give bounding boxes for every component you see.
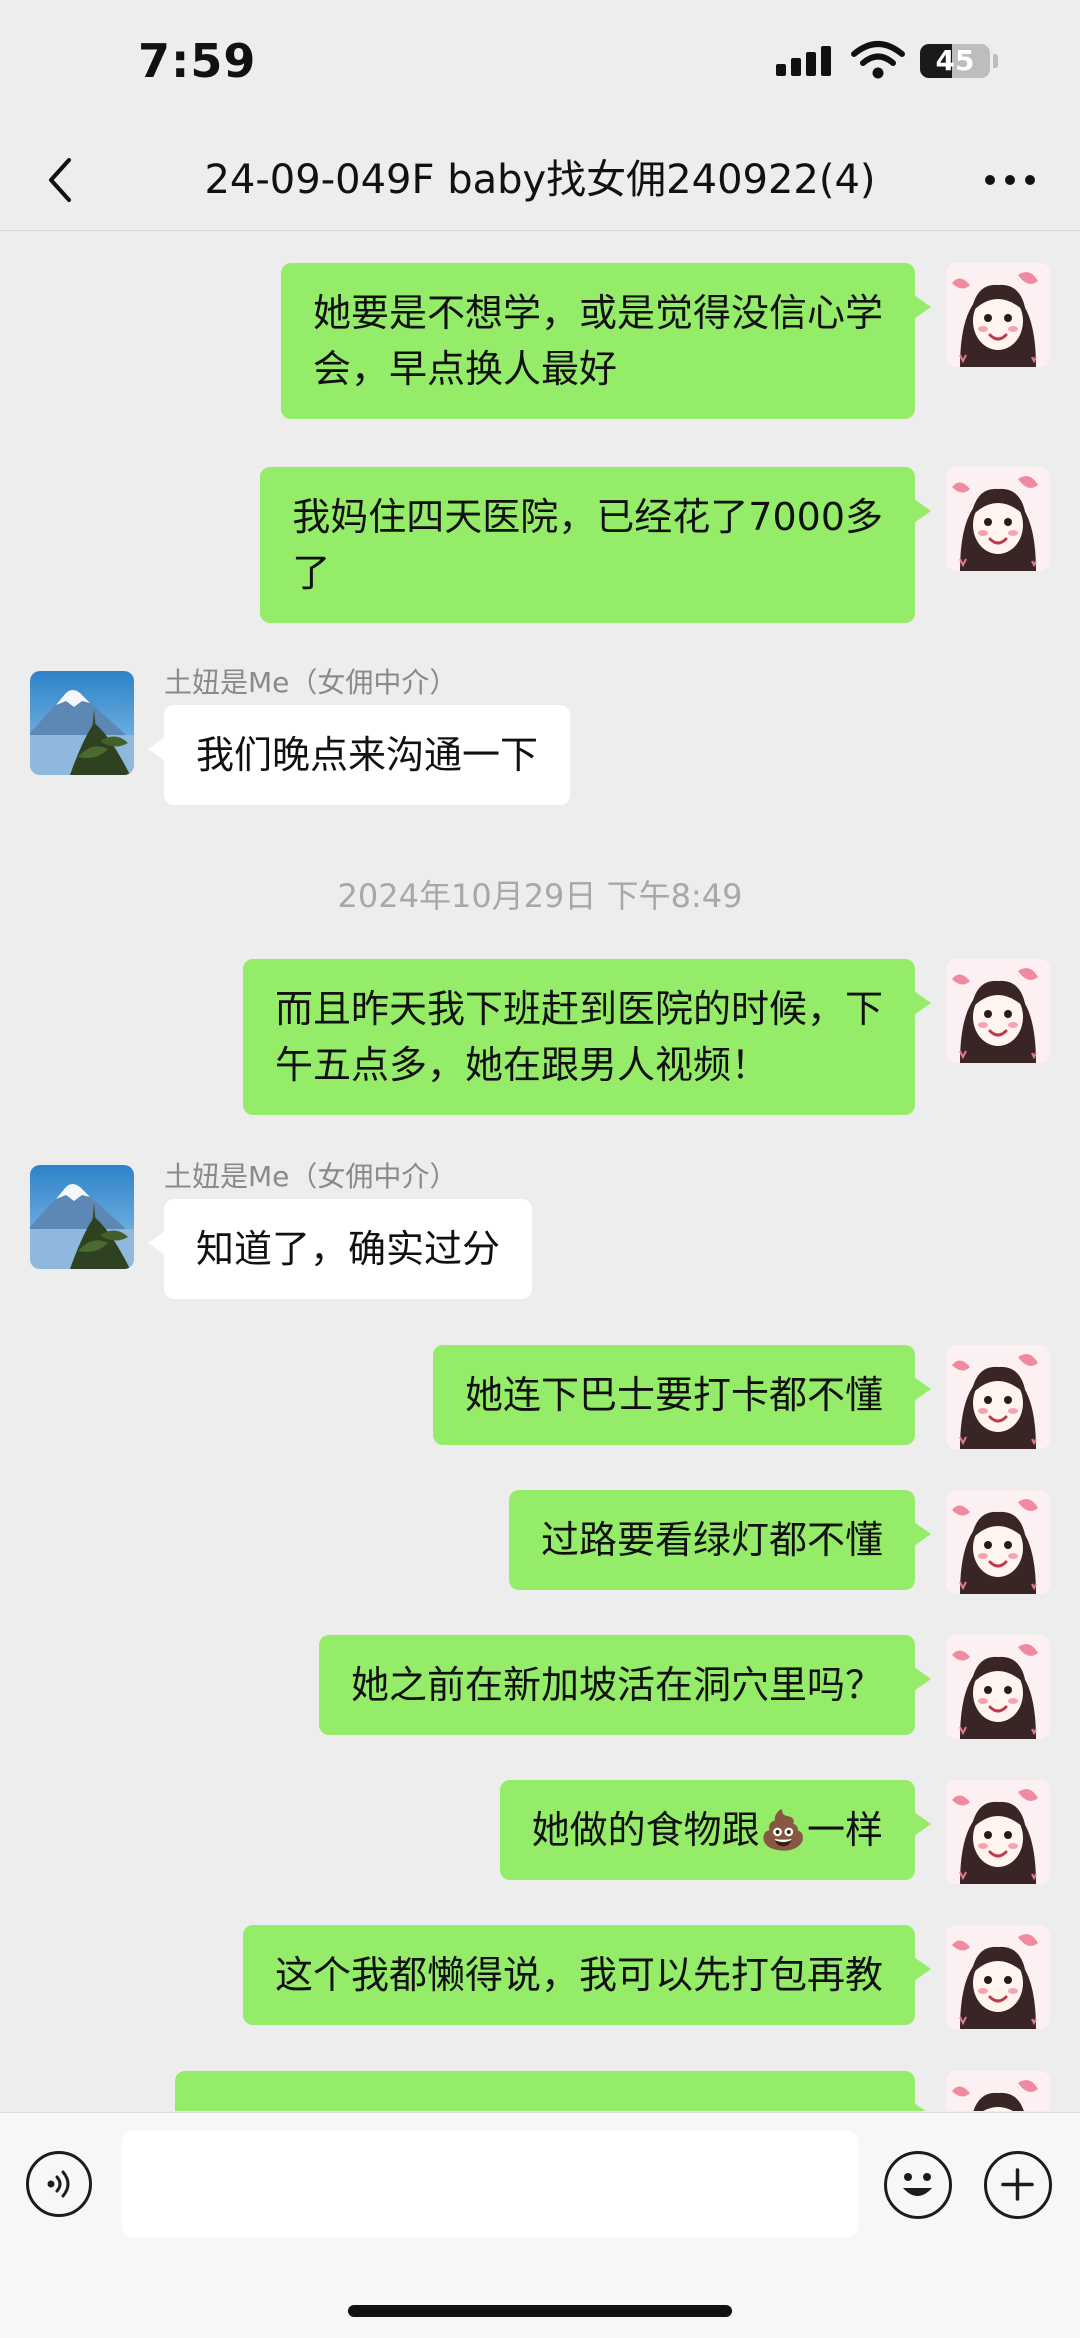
message-text: 知道了，确实过分	[196, 1227, 501, 1271]
my-avatar[interactable]	[946, 2071, 1050, 2111]
message-text-line: 她之前在新加坡活在洞穴里吗？	[350, 1663, 883, 1707]
message-bubble[interactable]: 我们晚点来沟通一下	[147, 705, 571, 805]
wifi-icon	[851, 41, 905, 79]
my-avatar[interactable]	[946, 467, 1050, 571]
emoji-button[interactable]	[884, 2151, 952, 2219]
battery-icon: 45	[920, 44, 990, 78]
message-input[interactable]	[122, 2131, 858, 2237]
message-text: 一样	[806, 1808, 883, 1852]
voice-button[interactable]	[26, 2151, 92, 2217]
message-bubble[interactable]: 这个我都懒得说，我可以先打包再教	[242, 1925, 932, 2025]
message-text-line: 而且昨天我下班赶到医院的时候，下	[274, 987, 883, 1031]
my-avatar[interactable]	[946, 1345, 1050, 1449]
chat-header: 24-09-049F baby找女佣240922(4)	[0, 130, 1080, 231]
message-text-line: 这个我都懒得说，我可以先打包再教	[274, 1953, 883, 1997]
message-text-line: 会，早点换人最好	[312, 347, 617, 391]
my-avatar[interactable]	[946, 1635, 1050, 1739]
message-text: 我们晚点来沟通一下	[196, 733, 539, 777]
my-avatar[interactable]	[946, 959, 1050, 1063]
voice-icon	[47, 2170, 70, 2198]
message-bubble[interactable]: 而且昨天我下班赶到医院的时候，下 午五点多，她在跟男人视频！	[242, 959, 932, 1115]
emoji-icon	[903, 2173, 932, 2196]
message-text-line: 她连下巴士要打卡都不懂	[464, 1373, 883, 1417]
agent-avatar[interactable]	[30, 1165, 134, 1269]
message-text-line: 我妈住四天医院，已经花了7000多	[292, 495, 883, 539]
timestamp: 2024年10月29日 下午8:49	[337, 877, 743, 915]
plus-button[interactable]	[984, 2151, 1052, 2219]
message-bubble[interactable]: 她之前在新加坡活在洞穴里吗？	[318, 1635, 932, 1735]
message-bubble[interactable]: 她连下巴士要打卡都不懂	[432, 1345, 932, 1445]
plus-icon	[1001, 2168, 1034, 2201]
back-button[interactable]	[30, 150, 90, 210]
message-bubble[interactable]: 她要是不想学，或是觉得没信心学 会，早点换人最好	[280, 263, 932, 419]
my-avatar[interactable]	[946, 1490, 1050, 1594]
sender-name: 土妞是Me（女佣中介）	[164, 666, 458, 699]
message-text: 她做的食物跟	[531, 1808, 760, 1852]
input-bar	[0, 2112, 1080, 2338]
poop-emoji: 💩	[759, 1808, 807, 1852]
more-button[interactable]	[975, 150, 1045, 210]
message-text-line: 了	[292, 551, 331, 595]
battery-level: 45	[935, 44, 975, 77]
chevron-left-icon	[49, 158, 71, 202]
message-text-line: 她要是不想学，或是觉得没信心学	[312, 291, 883, 335]
sender-name: 土妞是Me（女佣中介）	[164, 1160, 458, 1193]
my-avatar[interactable]	[946, 263, 1050, 367]
message-bubble-partial[interactable]	[175, 2071, 931, 2111]
status-bar: 7:59 45	[0, 0, 1080, 130]
message-list[interactable]: 她要是不想学，或是觉得没信心学 会，早点换人最好 我妈住四天医院，已经花了700…	[0, 231, 1080, 2111]
my-avatar[interactable]	[946, 1925, 1050, 2029]
message-bubble[interactable]: 过路要看绿灯都不懂	[508, 1490, 932, 1590]
agent-avatar[interactable]	[30, 671, 134, 775]
status-time: 7:59	[138, 34, 257, 88]
message-text-line: 过路要看绿灯都不懂	[540, 1518, 883, 1562]
home-indicator[interactable]	[348, 2305, 732, 2317]
cellular-signal-icon	[776, 46, 831, 76]
chat-title: 24-09-049F baby找女佣240922(4)	[204, 157, 876, 203]
message-bubble[interactable]: 我妈住四天医院，已经花了7000多 了	[260, 467, 931, 623]
my-avatar[interactable]	[946, 1780, 1050, 1884]
message-bubble[interactable]: 她做的食物跟💩一样	[499, 1780, 932, 1880]
more-dots-icon	[985, 175, 1035, 185]
message-bubble[interactable]: 知道了，确实过分	[147, 1199, 533, 1299]
message-text-line: 午五点多，她在跟男人视频！	[274, 1043, 769, 1087]
